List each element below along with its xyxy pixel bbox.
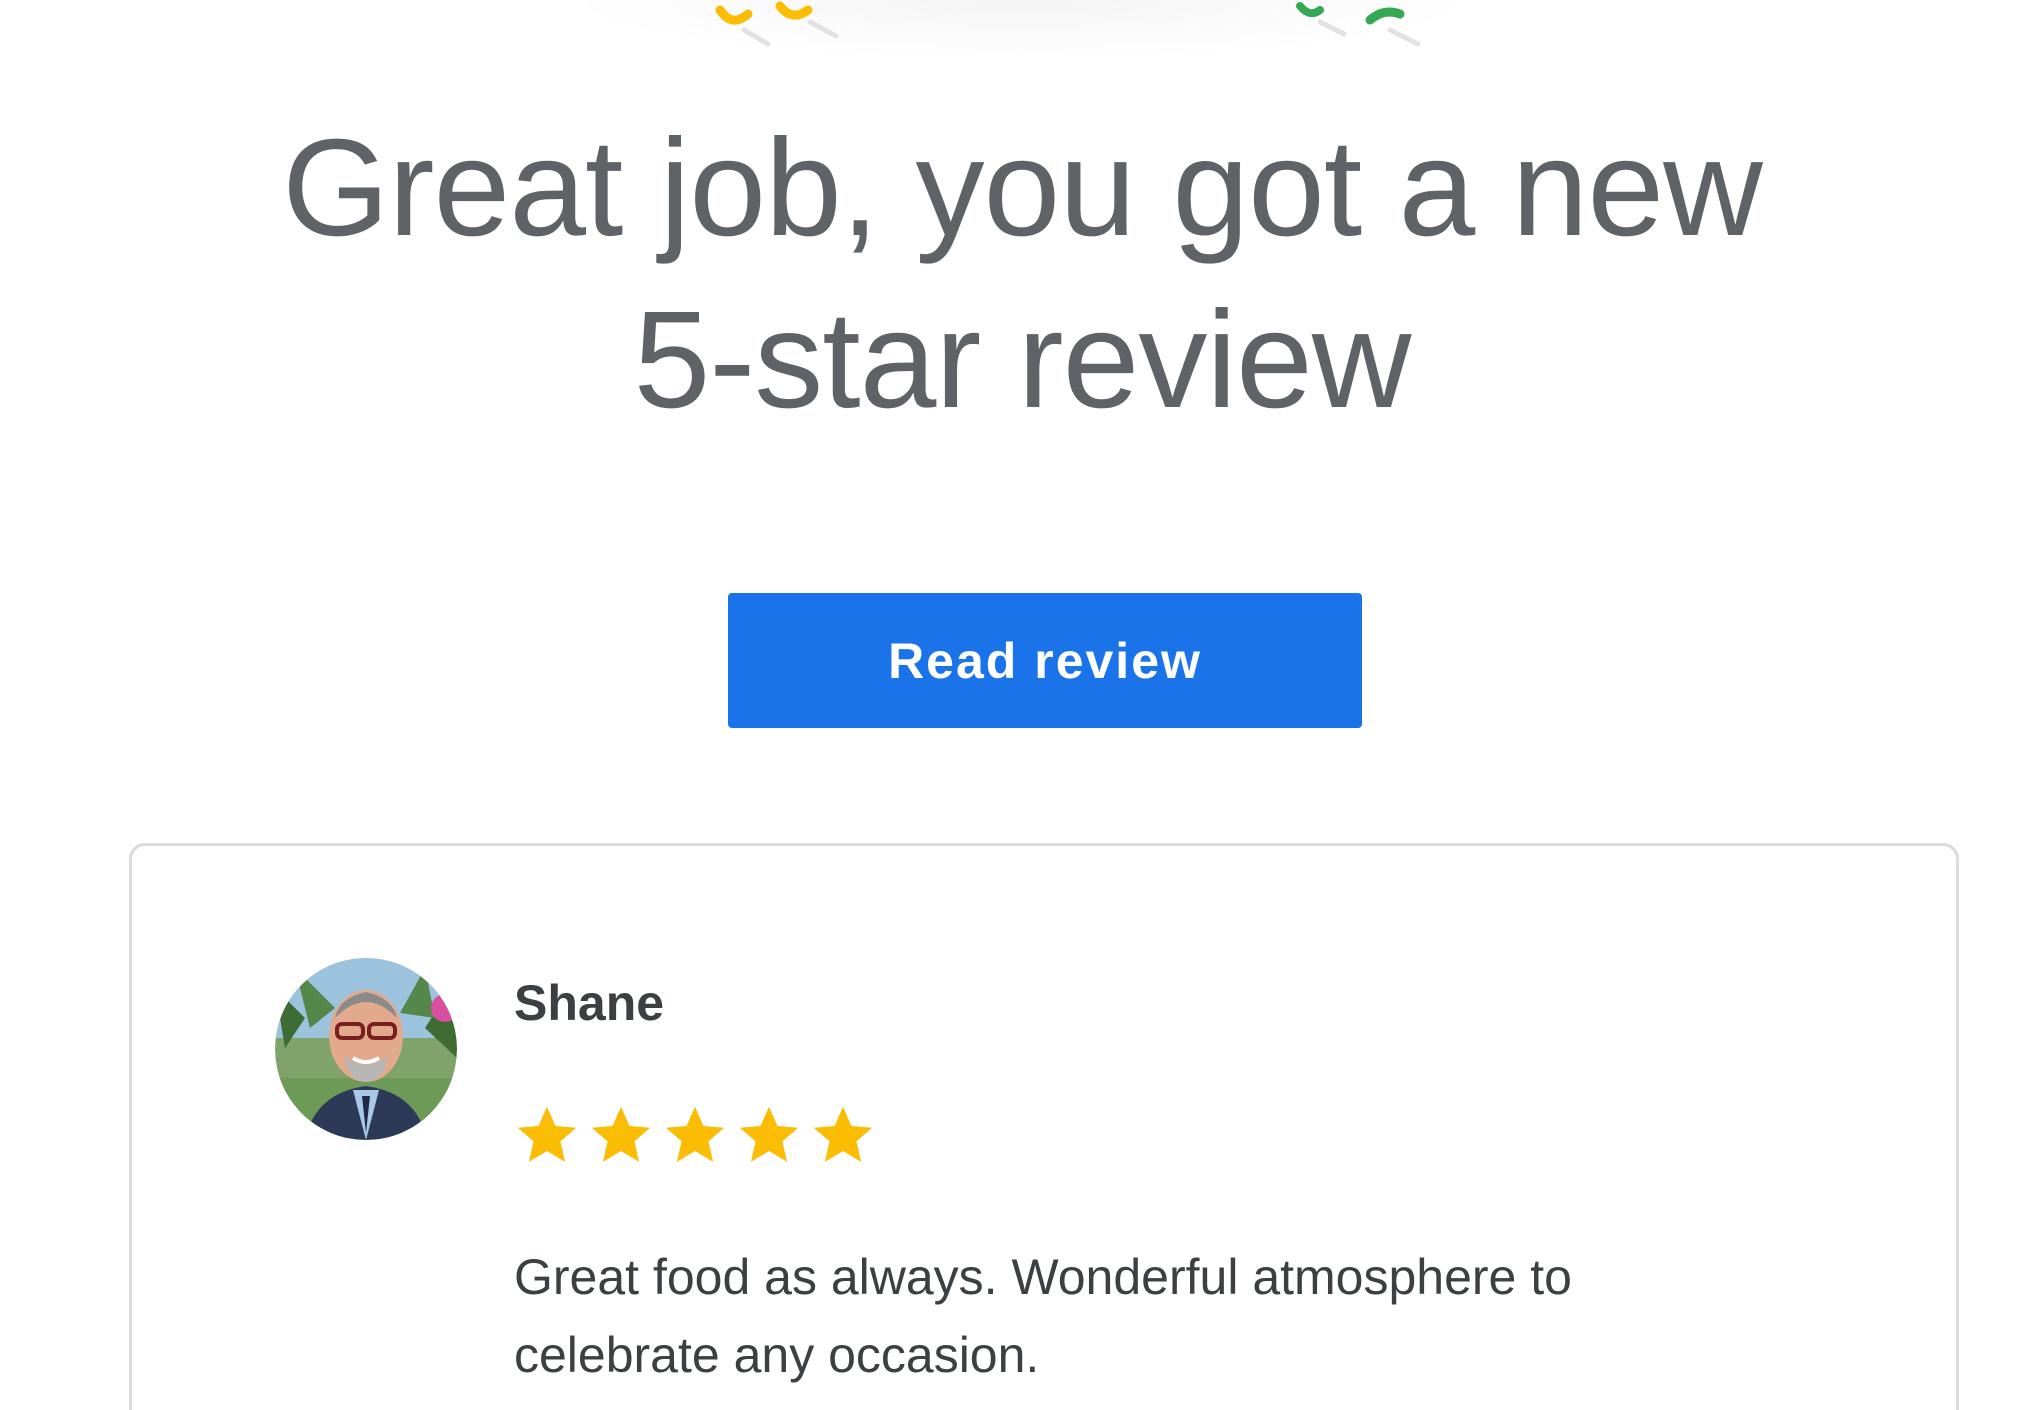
page-title: Great job, you got a new 5-star review (0, 102, 2044, 446)
celebration-illustration (560, 0, 1484, 60)
reviewer-avatar (275, 958, 457, 1140)
star-icon (591, 1106, 651, 1162)
page-title-line-1: Great job, you got a new (282, 111, 1763, 265)
reviewer-name: Shane S (514, 975, 679, 1031)
star-icon (665, 1106, 725, 1162)
star-icon (813, 1106, 873, 1162)
avatar-photo-icon (275, 958, 457, 1140)
star-rating (510, 1100, 880, 1170)
confetti-green-right-icon (1296, 2, 1421, 47)
read-review-button[interactable]: Read review (728, 593, 1362, 728)
star-icon (739, 1106, 799, 1162)
page-title-line-2: 5-star review (633, 283, 1412, 437)
confetti-yellow-left-icon (715, 1, 839, 47)
star-icon (517, 1106, 577, 1162)
review-text: Great food as always. Wonderful atmosphe… (514, 1249, 1572, 1383)
notification-page: Great job, you got a new 5-star review R… (0, 0, 2044, 1410)
